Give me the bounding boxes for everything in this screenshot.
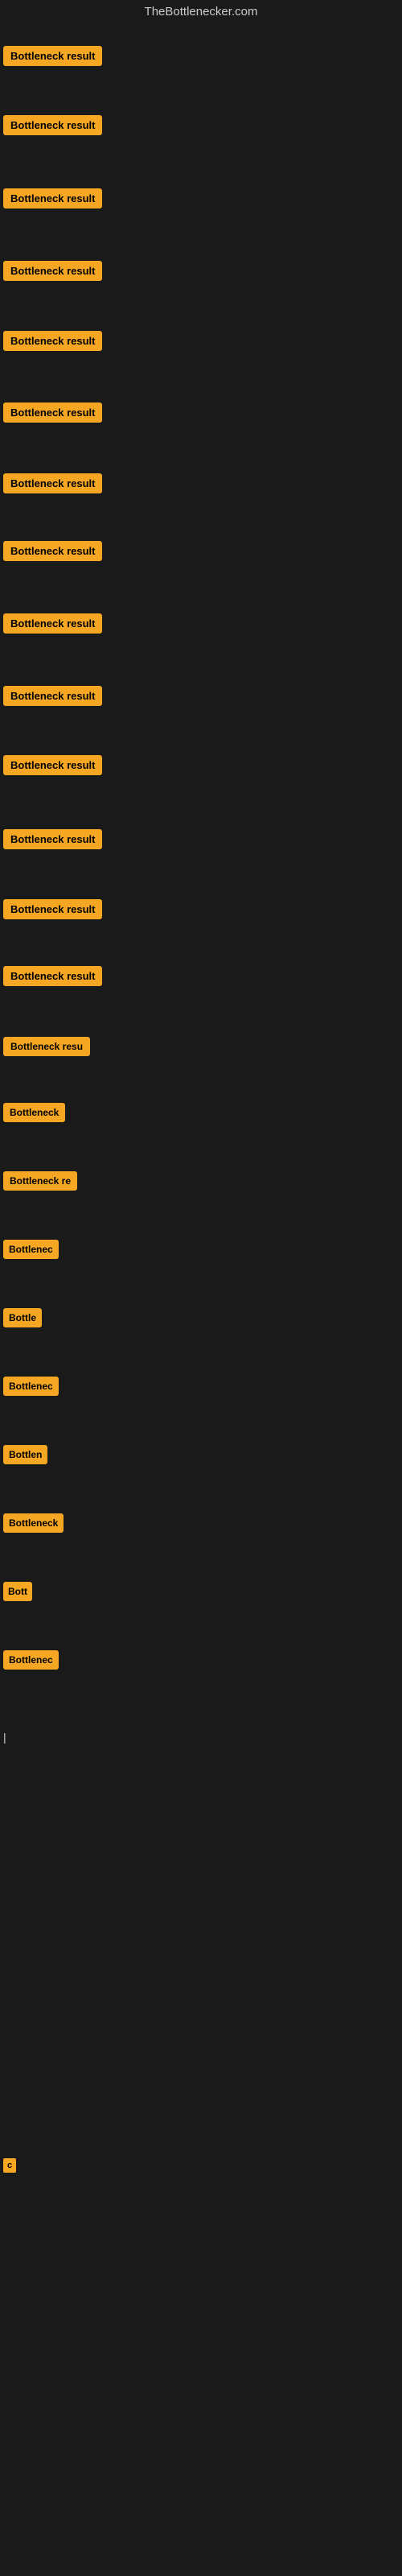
- bottleneck-badge-2[interactable]: Bottleneck result: [3, 115, 102, 135]
- list-item: Bottleneck result: [3, 473, 102, 493]
- bottleneck-badge-18[interactable]: Bottlenec: [3, 1240, 59, 1259]
- list-item: Bottleneck result: [3, 541, 102, 561]
- bottleneck-badge-24[interactable]: Bottlenec: [3, 1650, 59, 1670]
- bottleneck-badge-20[interactable]: Bottlenec: [3, 1377, 59, 1396]
- list-item: Bottlenec: [3, 1240, 59, 1259]
- bottleneck-badge-7[interactable]: Bottleneck result: [3, 473, 102, 493]
- bottleneck-badge-17[interactable]: Bottleneck re: [3, 1171, 77, 1191]
- bottleneck-badge-5[interactable]: Bottleneck result: [3, 331, 102, 351]
- bottleneck-badge-15[interactable]: Bottleneck resu: [3, 1037, 90, 1056]
- bottleneck-badge-23[interactable]: Bott: [3, 1582, 32, 1601]
- list-item: Bottlenec: [3, 1377, 59, 1396]
- list-item: Bottleneck result: [3, 402, 102, 423]
- bottleneck-badge-4[interactable]: Bottleneck result: [3, 261, 102, 281]
- list-item: Bottleneck result: [3, 261, 102, 281]
- bottleneck-badge-22[interactable]: Bottleneck: [3, 1513, 64, 1533]
- list-item: Bottlen: [3, 1445, 47, 1464]
- site-title: TheBottlenecker.com: [0, 0, 402, 23]
- list-item: Bottle: [3, 1308, 42, 1327]
- list-item: Bottleneck: [3, 1513, 64, 1533]
- list-item: Bottleneck result: [3, 115, 102, 135]
- bottleneck-badge-8[interactable]: Bottleneck result: [3, 541, 102, 561]
- cursor-indicator: |: [3, 1731, 6, 1744]
- list-item: Bott: [3, 1582, 32, 1601]
- bottleneck-badge-9[interactable]: Bottleneck result: [3, 613, 102, 634]
- bottleneck-badge-26[interactable]: c: [3, 2158, 16, 2173]
- list-item: Bottleneck result: [3, 188, 102, 208]
- bottleneck-badge-21[interactable]: Bottlen: [3, 1445, 47, 1464]
- bottleneck-badge-3[interactable]: Bottleneck result: [3, 188, 102, 208]
- list-item: Bottleneck result: [3, 899, 102, 919]
- list-item: Bottleneck result: [3, 46, 102, 66]
- list-item: Bottleneck result: [3, 686, 102, 706]
- list-item: Bottleneck result: [3, 613, 102, 634]
- bottleneck-badge-13[interactable]: Bottleneck result: [3, 899, 102, 919]
- bottleneck-badge-16[interactable]: Bottleneck: [3, 1103, 65, 1122]
- bottleneck-badge-6[interactable]: Bottleneck result: [3, 402, 102, 423]
- list-item: Bottleneck result: [3, 966, 102, 986]
- list-item: Bottleneck result: [3, 829, 102, 849]
- bottleneck-badge-1[interactable]: Bottleneck result: [3, 46, 102, 66]
- bottleneck-badge-11[interactable]: Bottleneck result: [3, 755, 102, 775]
- small-char-indicator: c: [3, 2157, 16, 2173]
- list-item: Bottleneck: [3, 1103, 65, 1122]
- bottleneck-badge-14[interactable]: Bottleneck result: [3, 966, 102, 986]
- bottleneck-badge-12[interactable]: Bottleneck result: [3, 829, 102, 849]
- list-item: Bottleneck result: [3, 755, 102, 775]
- bottleneck-badge-10[interactable]: Bottleneck result: [3, 686, 102, 706]
- bottleneck-badge-19[interactable]: Bottle: [3, 1308, 42, 1327]
- list-item: Bottlenec: [3, 1650, 59, 1670]
- list-item: Bottleneck re: [3, 1171, 77, 1191]
- list-item: Bottleneck result: [3, 331, 102, 351]
- list-item: Bottleneck resu: [3, 1037, 90, 1056]
